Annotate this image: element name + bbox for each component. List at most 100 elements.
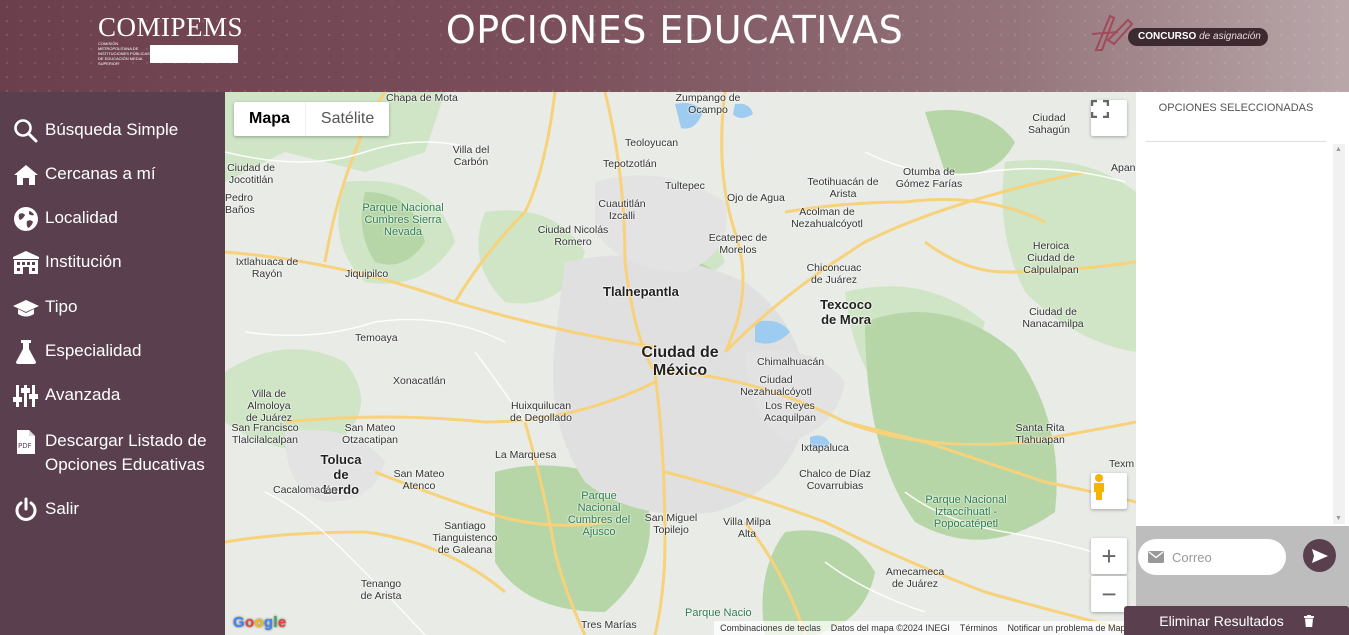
keyboard-shortcuts-link[interactable]: Combinaciones de teclas [720,623,821,633]
map-label: Otumba de Gómez Farías [895,166,963,190]
map-label: Temoaya [355,332,398,344]
map-label: Ciudad de Jocotitlán [227,162,275,186]
sidebar-item-salir[interactable]: Salir [0,497,225,523]
sidebar: Búsqueda Simple Cercanas a mí Localidad … [0,92,225,635]
send-button[interactable] [1303,539,1336,572]
map[interactable]: Chapa de Mota Zumpango de Ocampo Teoloyu… [225,92,1136,635]
tab-map[interactable]: Mapa [234,102,306,136]
map-label: Ciudad Nicolás Romero [537,224,609,248]
sidebar-item-cercanas[interactable]: Cercanas a mí [0,162,225,188]
map-label: Santa Rita Tlahuapan [1015,422,1065,446]
svg-text:PDF: PDF [18,442,32,450]
sidebar-item-label: Localidad [45,208,118,227]
flask-icon [8,339,44,365]
concurso-logo: CONCURSO de asignación [1088,10,1274,60]
title-divider [1146,141,1326,142]
map-label: Chalco de Díaz Covarrubias [799,468,871,492]
concurso-subtext: de asignación [1199,31,1261,42]
zoom-out-button[interactable]: − [1091,576,1127,612]
map-label: San Miguel Topilejo [644,512,698,536]
map-label: Parque Nacional Cumbres Sierra Nevada [362,202,444,238]
header: COMIPEMS COMISIÓN METROPOLITANA DE INSTI… [0,0,1349,92]
selected-options-scrollbar[interactable]: ▲ ▼ [1333,144,1345,524]
map-type-toggle: Mapa Satélite [234,102,390,136]
map-label: Ojo de Agua [727,192,785,204]
sidebar-item-institucion[interactable]: Institución [0,250,225,276]
sidebar-item-tipo[interactable]: Tipo [0,295,225,321]
scroll-up-icon[interactable]: ▲ [1335,146,1342,153]
fullscreen-button[interactable] [1091,100,1127,136]
map-label: Tepotzotlán [603,158,657,170]
graduation-cap-icon [8,295,44,321]
map-label: Ciudad de Nanacamilpa [1022,306,1084,330]
map-label: Tultepec [665,180,705,192]
trash-icon [1303,614,1314,627]
map-label: San Mateo Otzacatipan [341,422,399,446]
map-label: Ixtapaluca [801,442,849,454]
sidebar-item-label: Descargar Listado de Opciones Educativas [45,431,207,474]
sidebar-item-busqueda-simple[interactable]: Búsqueda Simple [0,118,225,144]
send-icon [1311,548,1328,563]
map-label: Chiconcuac de Juárez [806,262,862,286]
pegman-icon [1094,474,1104,500]
zoom-in-button[interactable]: + [1091,538,1127,574]
tab-satellite[interactable]: Satélite [306,102,389,136]
map-label: Santiago Tianguistenco de Galeana [432,520,498,556]
concurso-text: CONCURSO [1138,31,1197,42]
terms-link[interactable]: Términos [960,623,998,633]
selected-options-panel: OPCIONES SELECCIONADAS ▲ ▼ Correo Elimin… [1124,92,1349,635]
sidebar-item-label: Especialidad [45,341,142,360]
map-footer: Combinaciones de teclas Datos del mapa ©… [714,621,1136,635]
map-label: Acolman de Nezahualcóyotl [791,206,863,230]
map-label: Villa Milpa Alta [723,516,771,540]
map-label: Jiquipilco [345,268,389,280]
map-label: Tlalnepantla [603,284,679,299]
globe-icon [8,206,44,232]
fullscreen-icon [1091,100,1109,118]
map-label: Cacalomacán [273,484,338,496]
sidebar-item-descargar[interactable]: PDF Descargar Listado de Opciones Educat… [0,429,225,477]
map-label: Xonacatlán [393,375,446,387]
sidebar-item-label: Búsqueda Simple [45,120,179,139]
scroll-down-icon[interactable]: ▼ [1335,515,1342,522]
report-problem-link[interactable]: Notificar un problema de Maps [1007,623,1130,633]
search-icon [8,118,44,144]
sidebar-item-label: Tipo [45,297,78,316]
plus-icon: + [1101,540,1117,571]
street-view-button[interactable] [1091,473,1127,509]
sidebar-item-localidad[interactable]: Localidad [0,206,225,232]
map-label: Tres Marías [581,619,637,631]
google-logo[interactable]: Google [233,614,287,631]
email-section: Correo Eliminar Resultados [1124,526,1349,635]
map-label: Teoloyucan [625,137,679,149]
sidebar-item-label: Avanzada [45,385,121,404]
building-icon [8,250,44,276]
map-label: Chapa de Mota [386,92,458,104]
map-label: Parque Nacio [685,607,752,619]
email-field[interactable]: Correo [1138,539,1286,575]
map-label: Huixquilucan de Degollado [510,400,572,424]
map-label: Teotihuacán de Arista [807,176,879,200]
map-label: Zumpango de Ocampo [675,92,741,116]
map-label: Villa del Carbón [452,144,490,168]
concurso-ribbon: CONCURSO de asignación [1128,28,1268,46]
sidebar-item-avanzada[interactable]: Avanzada [0,383,225,409]
map-label: Ixtlahuaca de Rayón [235,256,299,280]
map-label: La Marquesa [495,449,557,461]
map-label: Texcoco de Mora [820,297,872,327]
minus-icon: − [1101,578,1117,609]
sidebar-item-label: Institución [45,252,122,271]
power-icon [8,497,44,523]
selected-options-title: OPCIONES SELECCIONADAS [1158,102,1314,114]
map-label: Chimalhuacán [757,356,825,368]
map-data-attribution: Datos del mapa ©2024 INEGI [830,623,950,633]
map-label: Los Reyes Acaquilpan [764,400,816,424]
sidebar-item-especialidad[interactable]: Especialidad [0,339,225,365]
map-label: Parque Nacional Cumbres del Ajusco [567,490,631,538]
clear-results-label: Eliminar Resultados [1159,612,1284,629]
map-label: Ciudad de México [641,344,719,379]
map-label: Villa de Almoloya de Juárez [245,388,293,424]
clear-results-button[interactable]: Eliminar Resultados [1124,606,1349,635]
map-label: Apan [1111,162,1136,174]
map-label: Ecatepec de Morelos [708,232,768,256]
